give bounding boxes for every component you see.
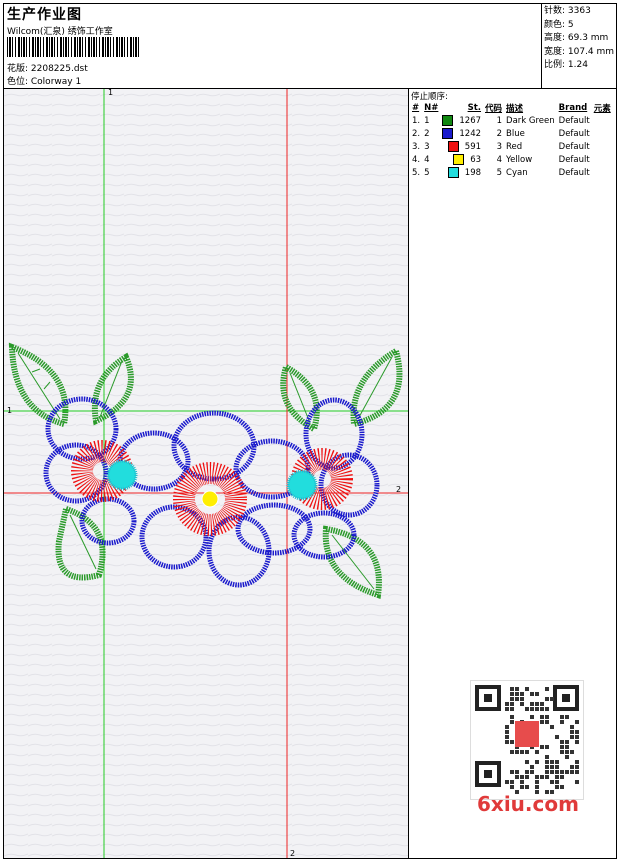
guide-label-2-bottom: 2 (290, 849, 295, 858)
panel-divider (408, 88, 409, 859)
cell-description: Dark Green (506, 115, 555, 126)
qr-code (470, 680, 584, 800)
table-row: 4. 4 63 4 Yellow Default (410, 153, 613, 166)
barcode (7, 37, 139, 57)
table-row: 1. 1 1267 1 Dark Green Default (410, 114, 613, 127)
col-code: 代码 (485, 103, 503, 114)
color-swatch (447, 167, 459, 178)
guide-label-1-top: 1 (108, 89, 113, 97)
cell-element (592, 140, 613, 153)
cell-needle: 2 (424, 128, 430, 139)
cell-code: 5 (496, 167, 503, 178)
cell-needle: 1 (424, 115, 430, 126)
stitch-count: 63 (470, 155, 482, 165)
cell-element (592, 166, 613, 179)
stat-height: 高度: 69.3 mm (544, 33, 609, 43)
cell-index: 3. (412, 141, 421, 152)
table-row: 3. 3 591 3 Red Default (410, 140, 613, 153)
stop-sequence-panel: 停止顺序: # N# St. 代码 描述 Brand 元素 1. 1 1267 1 Da… (409, 89, 616, 183)
cell-description: Cyan (506, 167, 528, 178)
col-element: 元素 (593, 103, 611, 114)
cell-brand: Default (558, 154, 590, 165)
cell-needle: 3 (424, 141, 430, 152)
stitch-count: 1242 (459, 129, 482, 139)
cell-stitches: 591 (440, 140, 483, 153)
cell-index: 1. (412, 115, 421, 126)
col-needle: N# (424, 102, 439, 113)
color-swatch (447, 141, 459, 152)
stitch-count: 1267 (459, 116, 482, 126)
cell-stitches: 1242 (440, 127, 483, 140)
table-row: 2. 2 1242 2 Blue Default (410, 127, 613, 140)
cell-stitches: 1267 (440, 114, 483, 127)
sheet-title: 生产作业图 (7, 7, 82, 23)
cell-index: 4. (412, 154, 421, 165)
color-swatch (453, 154, 465, 165)
design-preview-canvas[interactable]: 1 1 2 2 (4, 89, 408, 858)
stop-sequence-table: # N# St. 代码 描述 Brand 元素 1. 1 1267 1 Dark Gre… (410, 101, 613, 179)
qr-center-seal (515, 721, 539, 747)
cell-code: 3 (496, 141, 503, 152)
cell-stitches: 63 (440, 153, 483, 166)
cyan-blob (106, 459, 138, 491)
table-row: 5. 5 198 5 Cyan Default (410, 166, 613, 179)
embroidery-preview: 1 1 2 2 (4, 89, 408, 858)
cell-description: Blue (506, 128, 525, 139)
cell-element (592, 114, 613, 127)
design-stats: 针数: 3363 颜色: 5 高度: 69.3 mm 宽度: 107.4 mm … (544, 5, 614, 73)
cell-code: 2 (496, 128, 503, 139)
cell-brand: Default (558, 167, 590, 178)
design-file-label: 花版: 2208225.dst (7, 64, 88, 74)
stat-colors: 颜色: 5 (544, 19, 574, 30)
cell-description: Red (506, 141, 523, 152)
col-index: # (412, 102, 420, 113)
stat-ratio: 比例: 1.24 (544, 60, 588, 70)
cell-brand: Default (558, 128, 590, 139)
stat-width: 宽度: 107.4 mm (544, 46, 615, 57)
col-stitches: St. (467, 102, 482, 113)
color-swatch (442, 115, 454, 126)
cell-code: 4 (496, 154, 503, 165)
cell-brand: Default (558, 141, 590, 152)
cell-description: Yellow (506, 154, 533, 165)
stat-stitches: 针数: 3363 (544, 6, 591, 16)
col-description: 描述 (506, 103, 524, 114)
colorway-label: 色位: Colorway 1 (7, 77, 82, 87)
color-swatch (442, 128, 454, 139)
cell-needle: 4 (424, 154, 430, 165)
table-header-row: # N# St. 代码 描述 Brand 元素 (410, 101, 613, 114)
cell-index: 5. (412, 167, 421, 178)
guide-label-1-left: 1 (7, 406, 12, 415)
cell-element (592, 127, 613, 140)
qr-code-graphic (475, 685, 579, 794)
guide-label-2-right: 2 (396, 485, 401, 494)
stats-divider (541, 3, 542, 88)
cell-brand: Default (558, 115, 590, 126)
cell-needle: 5 (424, 167, 430, 178)
col-brand: Brand (558, 102, 588, 113)
cell-element (592, 153, 613, 166)
yellow-core (201, 490, 219, 508)
cell-stitches: 198 (440, 166, 483, 179)
cyan-blob (286, 469, 318, 501)
cell-index: 2. (412, 128, 421, 139)
watermark-logo: 6xiu.com (477, 792, 579, 816)
cell-code: 1 (496, 115, 503, 126)
stitch-count: 591 (464, 142, 482, 152)
stitch-count: 198 (464, 168, 482, 178)
company-name: Wilcom(汇泉) 绣饰工作室 (7, 27, 113, 37)
